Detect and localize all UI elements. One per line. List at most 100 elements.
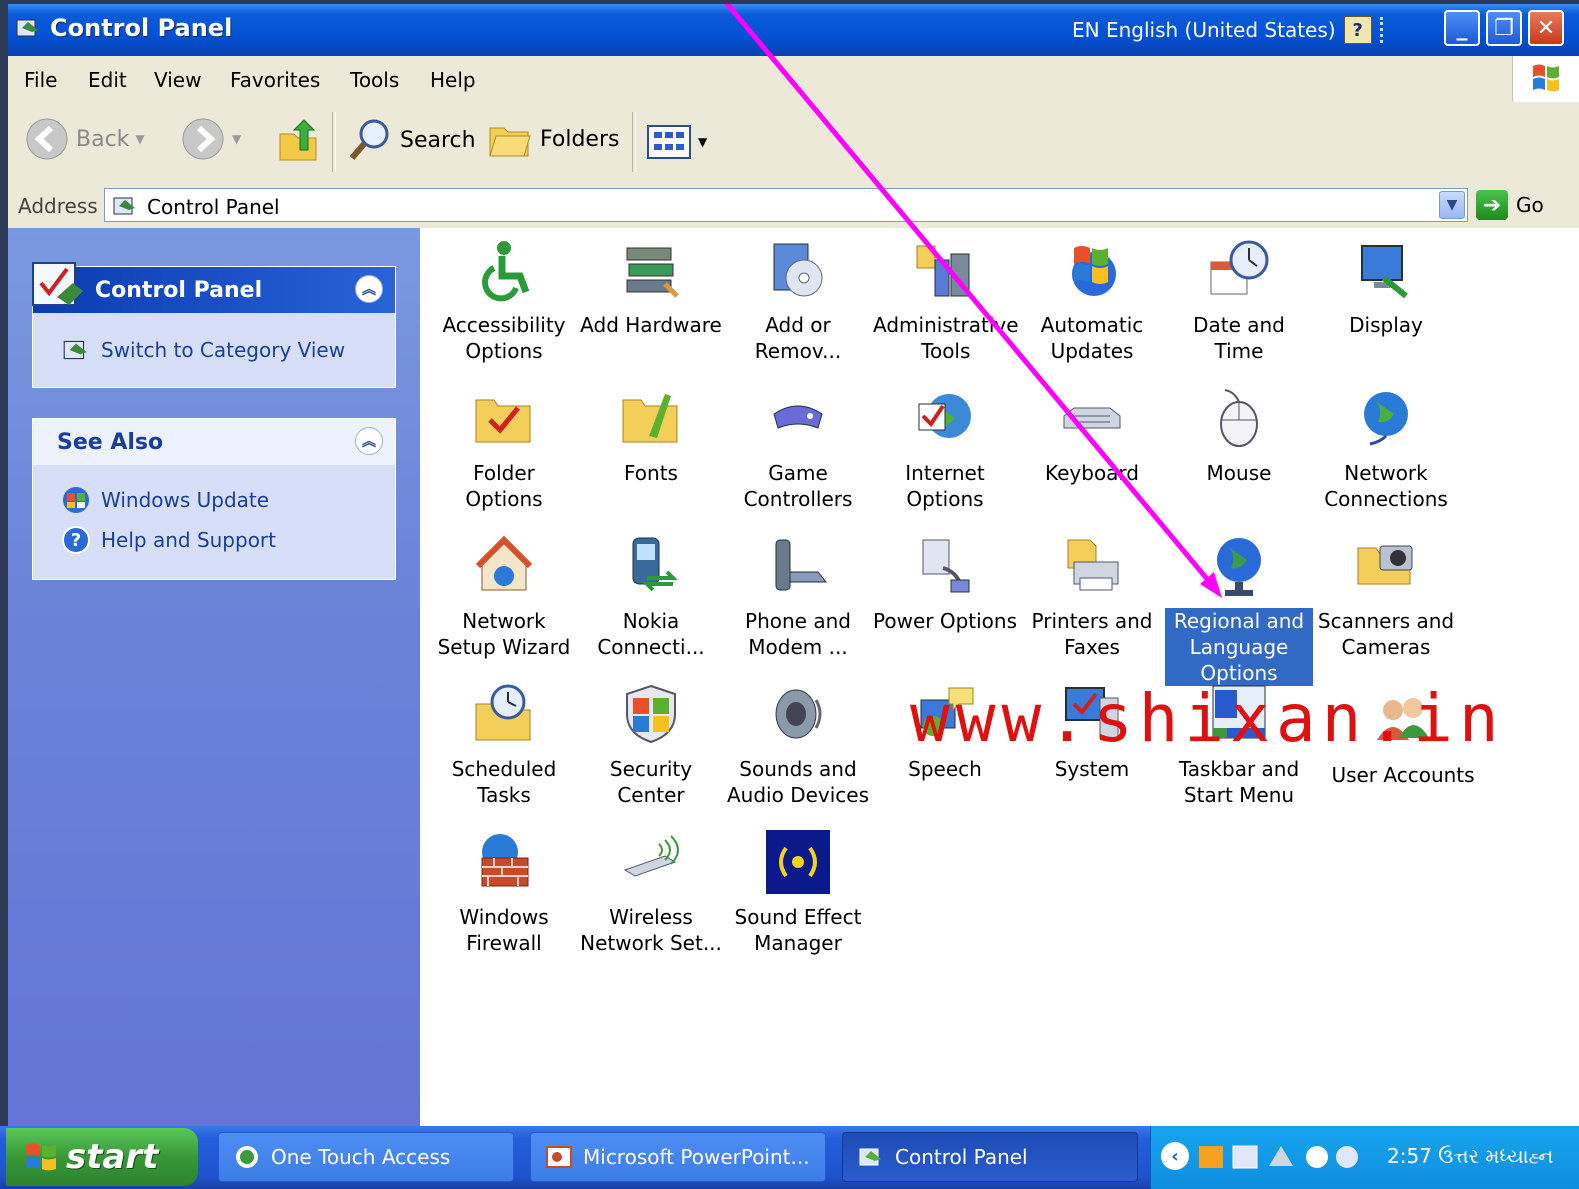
address-field[interactable]: Control Panel ▼ (104, 188, 1468, 222)
title-bar[interactable]: Control Panel EN English (United States)… (8, 4, 1579, 56)
wireless-icon (623, 835, 679, 877)
item-windows-firewall[interactable]: Windows Firewall (430, 830, 578, 956)
item-regional-and-language-options[interactable]: Regional and Language Options (1165, 534, 1313, 686)
collapse-chevron-icon[interactable]: ︽ (355, 275, 383, 303)
standard-toolbar: Back ▼ ▼ Search Folders ▼ (8, 102, 1579, 185)
mouse-icon (1220, 389, 1258, 447)
control-panel-icon (859, 1148, 881, 1166)
switch-to-category-view-label: Switch to Category View (101, 338, 346, 362)
collapse-chevron-icon[interactable]: ︽ (355, 427, 383, 455)
views-icon (647, 125, 691, 159)
item-administrative-tools[interactable]: Administrative Tools (871, 238, 1019, 364)
date-time-icon (1210, 240, 1269, 295)
item-keyboard[interactable]: Keyboard (1018, 386, 1166, 486)
tray-sync-icon (1306, 1146, 1328, 1168)
folders-button[interactable]: Folders (486, 116, 619, 162)
switch-to-category-view-link[interactable]: Switch to Category View (61, 335, 345, 365)
item-automatic-updates[interactable]: Automatic Updates (1018, 238, 1166, 364)
add-hardware-icon (626, 247, 679, 298)
display-icon (1361, 245, 1408, 299)
up-folder-button[interactable] (276, 116, 322, 164)
back-dropdown-icon[interactable]: ▼ (135, 132, 144, 146)
language-help-icon[interactable]: ? (1343, 16, 1372, 44)
item-network-connections[interactable]: Network Connections (1312, 386, 1460, 512)
firewall-icon (481, 834, 529, 887)
address-dropdown-icon[interactable]: ▼ (1439, 191, 1465, 219)
item-internet-options[interactable]: Internet Options (871, 386, 1019, 512)
item-nokia-connectivity[interactable]: Nokia Connecti... (577, 534, 725, 660)
back-label: Back (76, 126, 130, 152)
item-scanners-and-cameras[interactable]: Scanners and Cameras (1312, 534, 1460, 660)
go-label: Go (1516, 193, 1544, 217)
help-and-support-label: Help and Support (101, 528, 276, 552)
item-system[interactable]: System (1018, 682, 1166, 782)
item-taskbar-and-start-menu[interactable]: Taskbar and Start Menu (1165, 682, 1313, 808)
start-button[interactable]: start (6, 1128, 198, 1186)
item-mouse[interactable]: Mouse (1165, 386, 1313, 486)
restore-button[interactable]: ❐ (1486, 10, 1522, 46)
close-button[interactable]: ✕ (1528, 10, 1564, 46)
see-also-title: See Also (57, 429, 164, 455)
menu-view[interactable]: View (154, 68, 201, 92)
search-button[interactable]: Search (346, 116, 476, 164)
forward-arrow-icon (182, 118, 224, 160)
menu-favorites[interactable]: Favorites (230, 68, 320, 92)
views-button[interactable]: ▼ (646, 124, 707, 160)
item-display[interactable]: Display (1312, 238, 1460, 338)
item-network-setup-wizard[interactable]: Network Setup Wizard (430, 534, 578, 660)
item-speech[interactable]: Speech (871, 682, 1019, 782)
task-microsoft-powerpoint[interactable]: Microsoft PowerPoint... (530, 1132, 826, 1182)
go-arrow-icon: ➔ (1476, 190, 1508, 220)
language-label[interactable]: EN English (United States) (1072, 18, 1336, 42)
clock[interactable]: 2:57 ઉત્તર મધ્યાહ્ન (1387, 1144, 1553, 1168)
task-control-panel[interactable]: Control Panel (842, 1132, 1138, 1182)
item-accessibility-options[interactable]: Accessibility Options (430, 238, 578, 364)
item-power-options[interactable]: Power Options (871, 534, 1019, 634)
item-fonts[interactable]: Fonts (577, 386, 725, 486)
windows-update-label: Windows Update (101, 488, 270, 512)
task-one-touch-access[interactable]: One Touch Access (218, 1132, 514, 1182)
internet-options-icon (918, 394, 971, 438)
menu-help[interactable]: Help (430, 68, 476, 92)
tray-icons (1199, 1145, 1358, 1169)
item-security-center[interactable]: Security Center (577, 682, 725, 808)
help-and-support-link[interactable]: ? Help and Support (61, 525, 276, 555)
menu-edit[interactable]: Edit (88, 68, 127, 92)
windows-logo-icon (1512, 56, 1579, 102)
shield-icon (626, 684, 676, 744)
item-wireless-network-setup[interactable]: Wireless Network Set... (577, 830, 725, 956)
windows-update-link[interactable]: Windows Update (61, 485, 269, 515)
item-printers-and-faxes[interactable]: Printers and Faxes (1018, 534, 1166, 660)
system-tray: ‹ 2:57 ઉત્તર મધ્યાહ્ન (1150, 1126, 1579, 1189)
item-phone-and-modem[interactable]: Phone and Modem ... (724, 534, 872, 660)
item-scheduled-tasks[interactable]: Scheduled Tasks (430, 682, 578, 808)
powerpoint-icon (546, 1146, 572, 1168)
go-button[interactable]: ➔ Go (1476, 190, 1544, 220)
item-sound-effect-manager[interactable]: Sound Effect Manager (724, 830, 872, 956)
item-user-accounts[interactable]: User Accounts (1312, 688, 1494, 788)
show-hidden-icons-chevron-icon[interactable]: ‹ (1161, 1142, 1189, 1170)
minimize-button[interactable]: _ (1444, 10, 1480, 46)
item-date-and-time[interactable]: Date and Time (1165, 238, 1313, 364)
item-game-controllers[interactable]: Game Controllers (724, 386, 872, 512)
language-bar-grip[interactable] (1379, 17, 1391, 43)
item-add-or-remove-programs[interactable]: Add or Remov... (724, 238, 872, 364)
automatic-updates-icon (1072, 246, 1116, 296)
menu-tools[interactable]: Tools (350, 68, 399, 92)
address-bar: Address Control Panel ▼ ➔ Go (8, 184, 1579, 229)
screen-frame: Control Panel EN English (United States)… (0, 0, 1579, 1189)
search-icon (349, 119, 389, 160)
add-remove-programs-icon (773, 243, 823, 297)
item-sounds-and-audio-devices[interactable]: Sounds and Audio Devices (724, 682, 872, 808)
control-panel-items: Accessibility Options Add Hardware Add o… (420, 228, 1579, 1126)
language-bar[interactable]: EN English (United States) ? (1072, 12, 1391, 48)
menu-file[interactable]: File (24, 68, 57, 92)
item-add-hardware[interactable]: Add Hardware (577, 238, 725, 338)
item-folder-options[interactable]: Folder Options (430, 386, 578, 512)
back-button[interactable]: Back ▼ (24, 116, 145, 162)
forward-dropdown-icon[interactable]: ▼ (232, 132, 241, 146)
views-dropdown-icon[interactable]: ▼ (698, 135, 707, 149)
forward-button[interactable]: ▼ (180, 116, 241, 162)
see-also-header[interactable]: See Also ︽ (33, 419, 395, 465)
toolbar-separator (632, 112, 636, 172)
